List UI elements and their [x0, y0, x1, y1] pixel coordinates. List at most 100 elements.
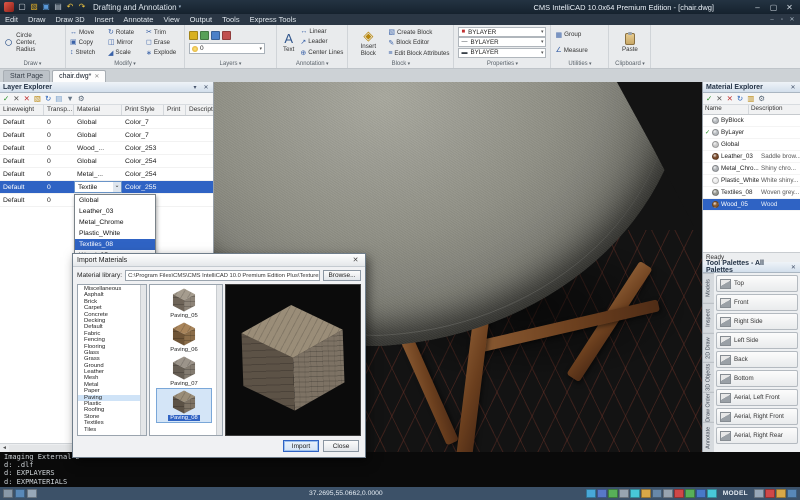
view-button[interactable]: Left Side [716, 332, 798, 349]
panel-caption-layers[interactable]: Layers [185, 61, 276, 67]
toolbar-icon[interactable]: ↻ [45, 95, 51, 103]
modify-tool-button[interactable]: ◻ Erase [146, 38, 180, 47]
view-button[interactable]: Aerial, Left Front [716, 389, 798, 406]
material-row[interactable]: ByLayer [703, 127, 800, 139]
palette-tab[interactable]: Models [703, 273, 714, 303]
property-select[interactable]: — BYLAYER [458, 37, 547, 48]
panel-caption-draw[interactable]: Draw [0, 61, 65, 67]
category-item[interactable]: Tiles [78, 427, 140, 433]
status-icon[interactable] [776, 489, 786, 498]
annotation-tool-button[interactable]: ⊕ Center Lines [300, 49, 343, 57]
palette-tab[interactable]: 3D Objects [703, 362, 714, 393]
menu-item[interactable]: Express Tools [245, 14, 302, 25]
layer-select[interactable]: 0 ▾ [189, 43, 265, 54]
material-thumbnail[interactable]: Paving_07 [157, 355, 211, 388]
model-space-button[interactable]: MODEL [723, 490, 748, 497]
menu-item[interactable]: Tools [217, 14, 245, 25]
layer-print-cell[interactable] [164, 158, 186, 165]
column-header[interactable]: Description [749, 105, 800, 114]
panel-menu-icon[interactable] [191, 84, 199, 91]
column-header[interactable]: Print Style [122, 105, 164, 115]
layer-material[interactable]: Global [74, 158, 122, 165]
layer-print-cell[interactable] [164, 184, 186, 191]
toolbar-icon[interactable]: ▧ [34, 95, 41, 103]
doc-close-icon[interactable] [787, 16, 797, 23]
modify-tool-button[interactable]: ◢ Scale [108, 49, 142, 57]
status-icon[interactable] [765, 489, 775, 498]
status-toggle[interactable] [607, 489, 618, 498]
property-select[interactable]: ■ BYLAYER [458, 27, 547, 38]
scroll-left-icon[interactable] [0, 445, 9, 451]
layer-row[interactable]: Default 0 Global Color_7 [0, 129, 213, 142]
status-icon[interactable] [27, 489, 37, 498]
status-toggle[interactable] [684, 489, 695, 498]
layer-print-cell[interactable] [164, 145, 186, 152]
browse-button[interactable]: Browse... [323, 270, 361, 281]
panel-close-icon[interactable] [790, 264, 797, 271]
menu-item[interactable]: Annotate [118, 14, 158, 25]
palette-tab[interactable]: Annotate [703, 422, 714, 452]
panel-close-icon[interactable] [202, 84, 210, 91]
palette-tab[interactable]: 2D Draw [703, 332, 714, 363]
doc-restore-icon[interactable] [777, 17, 787, 23]
workspace-selector[interactable]: Drafting and Annotation ▾ [90, 3, 184, 12]
view-button[interactable]: Front [716, 294, 798, 311]
insert-block-button[interactable]: ◈ Insert Block [352, 27, 384, 58]
titlebar-icon[interactable]: ↶ [65, 2, 75, 12]
titlebar-icon[interactable]: ▤ [53, 2, 63, 12]
layer-freeze-icon[interactable] [211, 31, 220, 40]
layer-material[interactable]: Global [74, 119, 122, 126]
status-toggle[interactable] [585, 489, 596, 498]
menu-item[interactable]: View [158, 14, 184, 25]
status-toggle[interactable] [673, 489, 684, 498]
view-button[interactable]: Bottom [716, 370, 798, 387]
column-header[interactable]: Lineweight [0, 105, 44, 115]
document-tab[interactable]: chair.dwg* [52, 70, 107, 82]
column-header[interactable]: Transp... [44, 105, 74, 115]
layer-material[interactable]: Wood_... [74, 145, 122, 152]
layer-row[interactable]: Default 0 Textile Color_255 [0, 181, 213, 194]
toolbar-icon[interactable]: ▼ [66, 95, 73, 103]
document-tab[interactable]: Start Page [3, 70, 51, 82]
column-header[interactable]: Print [164, 105, 186, 115]
material-thumbnail[interactable]: Paving_05 [157, 287, 211, 320]
toolbar-icon[interactable]: ✕ [727, 95, 733, 103]
block-tool-button[interactable]: ▧ Create Block [388, 28, 449, 37]
material-row[interactable]: Wood_05 Wood [703, 199, 800, 211]
status-icon[interactable] [15, 489, 25, 498]
material-row[interactable]: Plastic_White White shiny... [703, 175, 800, 187]
toolbar-icon[interactable]: ⚙ [78, 95, 85, 103]
status-icon[interactable] [787, 489, 797, 498]
panel-caption-clipboard[interactable]: Clipboard [609, 61, 650, 67]
layer-lock-icon[interactable] [222, 31, 231, 40]
toolbar-icon[interactable]: ✓ [3, 95, 9, 103]
status-icon[interactable] [3, 489, 13, 498]
titlebar-icon[interactable]: ↷ [77, 2, 87, 12]
panel-close-icon[interactable] [789, 84, 797, 91]
menu-item[interactable]: Insert [90, 14, 119, 25]
dropdown-option[interactable]: Textiles_08 [75, 239, 155, 250]
menu-item[interactable]: Draw 3D [50, 14, 89, 25]
layer-material[interactable]: Textile [74, 181, 122, 193]
modify-tool-button[interactable]: ↔ Move [70, 28, 104, 36]
palette-tab[interactable]: Inspect [703, 302, 714, 333]
layer-row[interactable]: Default 0 Metal_... Color_254 [0, 168, 213, 181]
layer-print-cell[interactable] [164, 119, 186, 126]
titlebar-icon[interactable]: ▢ [17, 2, 27, 12]
tab-close-icon[interactable] [94, 73, 99, 80]
layer-row[interactable]: Default 0 Global Color_7 [0, 116, 213, 129]
dropdown-option[interactable]: Global [75, 195, 155, 206]
modify-tool-button[interactable]: ↕ Stretch [70, 49, 104, 57]
status-toggle[interactable] [662, 489, 673, 498]
column-header[interactable]: Description [186, 105, 213, 115]
status-toggle[interactable] [629, 489, 640, 498]
status-toggle[interactable] [618, 489, 629, 498]
toolbar-icon[interactable]: ✓ [706, 95, 712, 103]
status-toggle[interactable] [640, 489, 651, 498]
view-button[interactable]: Aerial, Right Rear [716, 427, 798, 444]
panel-caption-utilities[interactable]: Utilities [551, 61, 608, 67]
import-button[interactable]: Import [283, 440, 319, 452]
modify-tool-button[interactable]: ∗ Explode [146, 49, 180, 57]
palette-tab[interactable]: Draw Order [703, 392, 714, 423]
material-thumbnail[interactable]: Paving_06 [157, 321, 211, 354]
